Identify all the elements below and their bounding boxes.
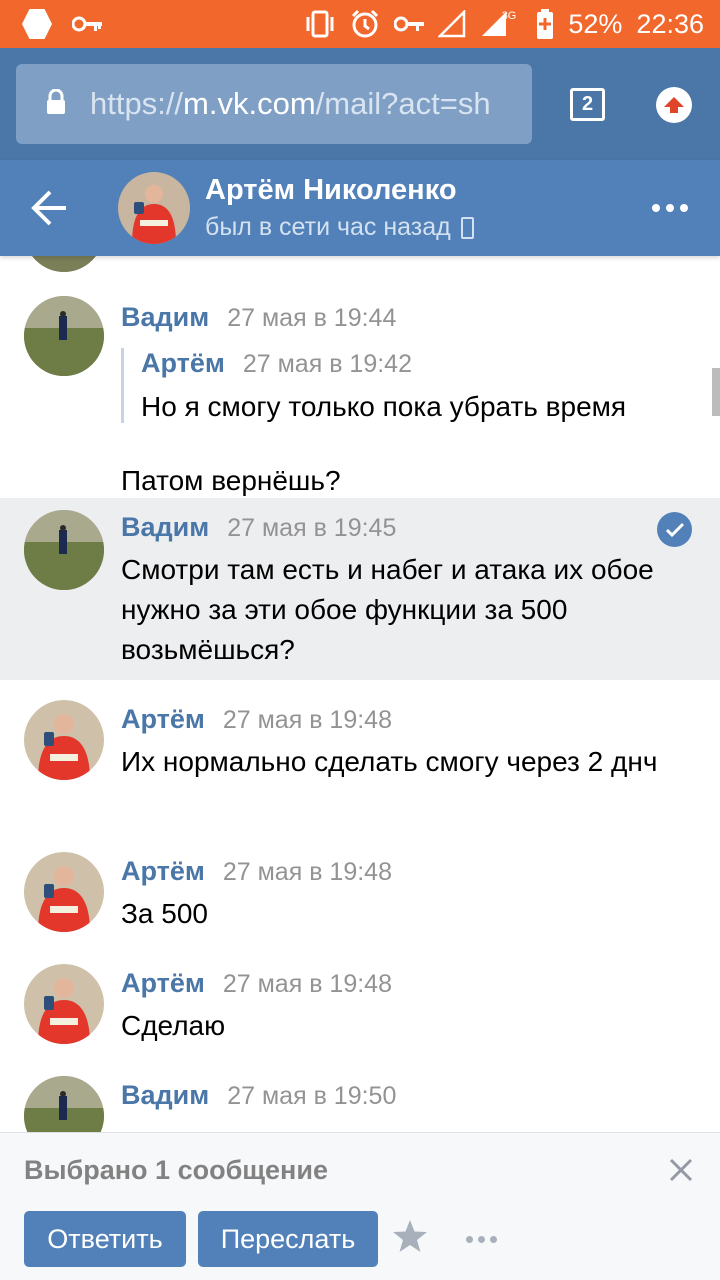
app-notification-icon <box>22 9 52 39</box>
quote-author: Артём 27 мая в 19:42 <box>141 348 412 378</box>
browser-toolbar: https://m.vk.com/mail?act=sh 2 <box>0 48 720 160</box>
message-author[interactable]: Вадим 27 мая в 19:44 <box>121 302 396 333</box>
star-icon[interactable] <box>392 1219 428 1258</box>
message-author[interactable]: Артём 27 мая в 19:48 <box>121 856 392 887</box>
message-text: Их нормально сделать смогу через 2 днч <box>121 746 658 777</box>
contact-avatar[interactable] <box>118 172 190 244</box>
message-author[interactable]: Артём 27 мая в 19:48 <box>121 704 392 735</box>
lock-icon <box>46 88 66 120</box>
url-text: https://m.vk.com/mail?act=sh <box>90 86 491 122</box>
mobile-icon <box>460 216 474 239</box>
avatar[interactable] <box>24 1076 104 1132</box>
address-bar[interactable]: https://m.vk.com/mail?act=sh <box>16 64 532 144</box>
avatar <box>24 256 104 272</box>
avatar[interactable] <box>24 964 104 1044</box>
message-author[interactable]: Вадим 27 мая в 19:50 <box>121 1080 396 1111</box>
message-time: 27 мая в 19:48 <box>222 970 392 998</box>
contact-name: Артём Николенко <box>205 174 457 206</box>
tab-switcher-button[interactable]: 2 <box>570 88 605 121</box>
chat-header: Артём Николенко был в сети час назад <box>0 160 720 256</box>
avatar[interactable] <box>24 510 104 590</box>
quote-time: 27 мая в 19:42 <box>242 350 412 378</box>
message-time: 27 мая в 19:48 <box>222 858 392 886</box>
message-item[interactable]: Артём 27 мая в 19:48 Сделаю <box>0 950 720 1060</box>
url-domain: m.vk.com <box>183 86 316 121</box>
update-icon[interactable] <box>656 87 692 123</box>
avatar[interactable] <box>24 700 104 780</box>
message-item[interactable]: Артём 27 мая в 19:48 Их нормально сделать… <box>0 686 720 836</box>
status-bar: 3G 52% 22:36 <box>0 0 720 48</box>
message-text: Сделаю <box>121 1010 226 1041</box>
arrow-left-icon <box>31 190 66 226</box>
more-button[interactable] <box>652 204 688 212</box>
message-item-selected[interactable]: Вадим 27 мая в 19:45 Смотри там есть и на… <box>0 498 720 680</box>
battery-icon <box>536 9 554 39</box>
key-icon <box>72 16 102 32</box>
message-list[interactable]: Вадим 27 мая в 19:44 Артём 27 мая в 19:42 … <box>0 256 720 1132</box>
url-path: /mail?act=sh <box>315 86 491 121</box>
check-circle-icon[interactable] <box>657 512 692 547</box>
message-time: 27 мая в 19:50 <box>227 1082 397 1110</box>
last-seen-text: был в сети час назад <box>205 213 451 241</box>
cell-signal-icon: 3G <box>480 10 523 38</box>
message-item[interactable]: Артём 27 мая в 19:48 За 500 <box>0 838 720 948</box>
key-icon-2 <box>393 16 424 32</box>
battery-percent: 52% <box>568 8 623 39</box>
message-time: 27 мая в 19:45 <box>227 514 397 542</box>
reply-button[interactable]: Ответить <box>24 1211 186 1267</box>
forward-button[interactable]: Переслать <box>198 1211 378 1267</box>
screen: 3G 52% 22:36 https://m.vk.com/mail?act=s… <box>0 0 720 1280</box>
selected-count: Выбрано 1 сообщение <box>24 1155 328 1185</box>
message-item[interactable]: Вадим 27 мая в 19:44 Артём 27 мая в 19:42 … <box>0 280 720 496</box>
message-item[interactable]: Вадим 27 мая в 19:50 <box>0 1062 720 1132</box>
wifi-signal-icon <box>437 10 466 38</box>
avatar[interactable] <box>24 852 104 932</box>
message-time: 27 мая в 19:48 <box>222 706 392 734</box>
message-author[interactable]: Вадим 27 мая в 19:45 <box>121 512 396 543</box>
more-actions-button[interactable] <box>466 1236 497 1243</box>
back-button[interactable] <box>30 188 68 233</box>
quote-text: Но я смогу только пока убрать время <box>141 391 627 422</box>
message-author[interactable]: Артём 27 мая в 19:48 <box>121 968 392 999</box>
message-text: Смотри там есть и набег и атака их обое … <box>121 554 654 665</box>
selection-bar: Выбрано 1 сообщение Ответить Переслать <box>0 1132 720 1280</box>
scrollbar[interactable] <box>712 368 720 416</box>
network-type: 3G <box>501 10 517 22</box>
url-prefix: https:// <box>90 86 184 121</box>
avatar[interactable] <box>24 296 104 376</box>
quoted-message[interactable]: Артём 27 мая в 19:42 Но я смогу только по… <box>121 348 626 423</box>
clock: 22:36 <box>636 8 704 39</box>
message-text: За 500 <box>121 898 208 929</box>
message-time: 27 мая в 19:44 <box>227 304 397 332</box>
contact-status: был в сети час назад <box>205 213 474 242</box>
vibrate-icon <box>304 10 336 38</box>
message-text: Патом вернёшь? <box>121 465 341 496</box>
close-icon[interactable] <box>668 1157 694 1188</box>
alarm-icon <box>350 9 380 39</box>
